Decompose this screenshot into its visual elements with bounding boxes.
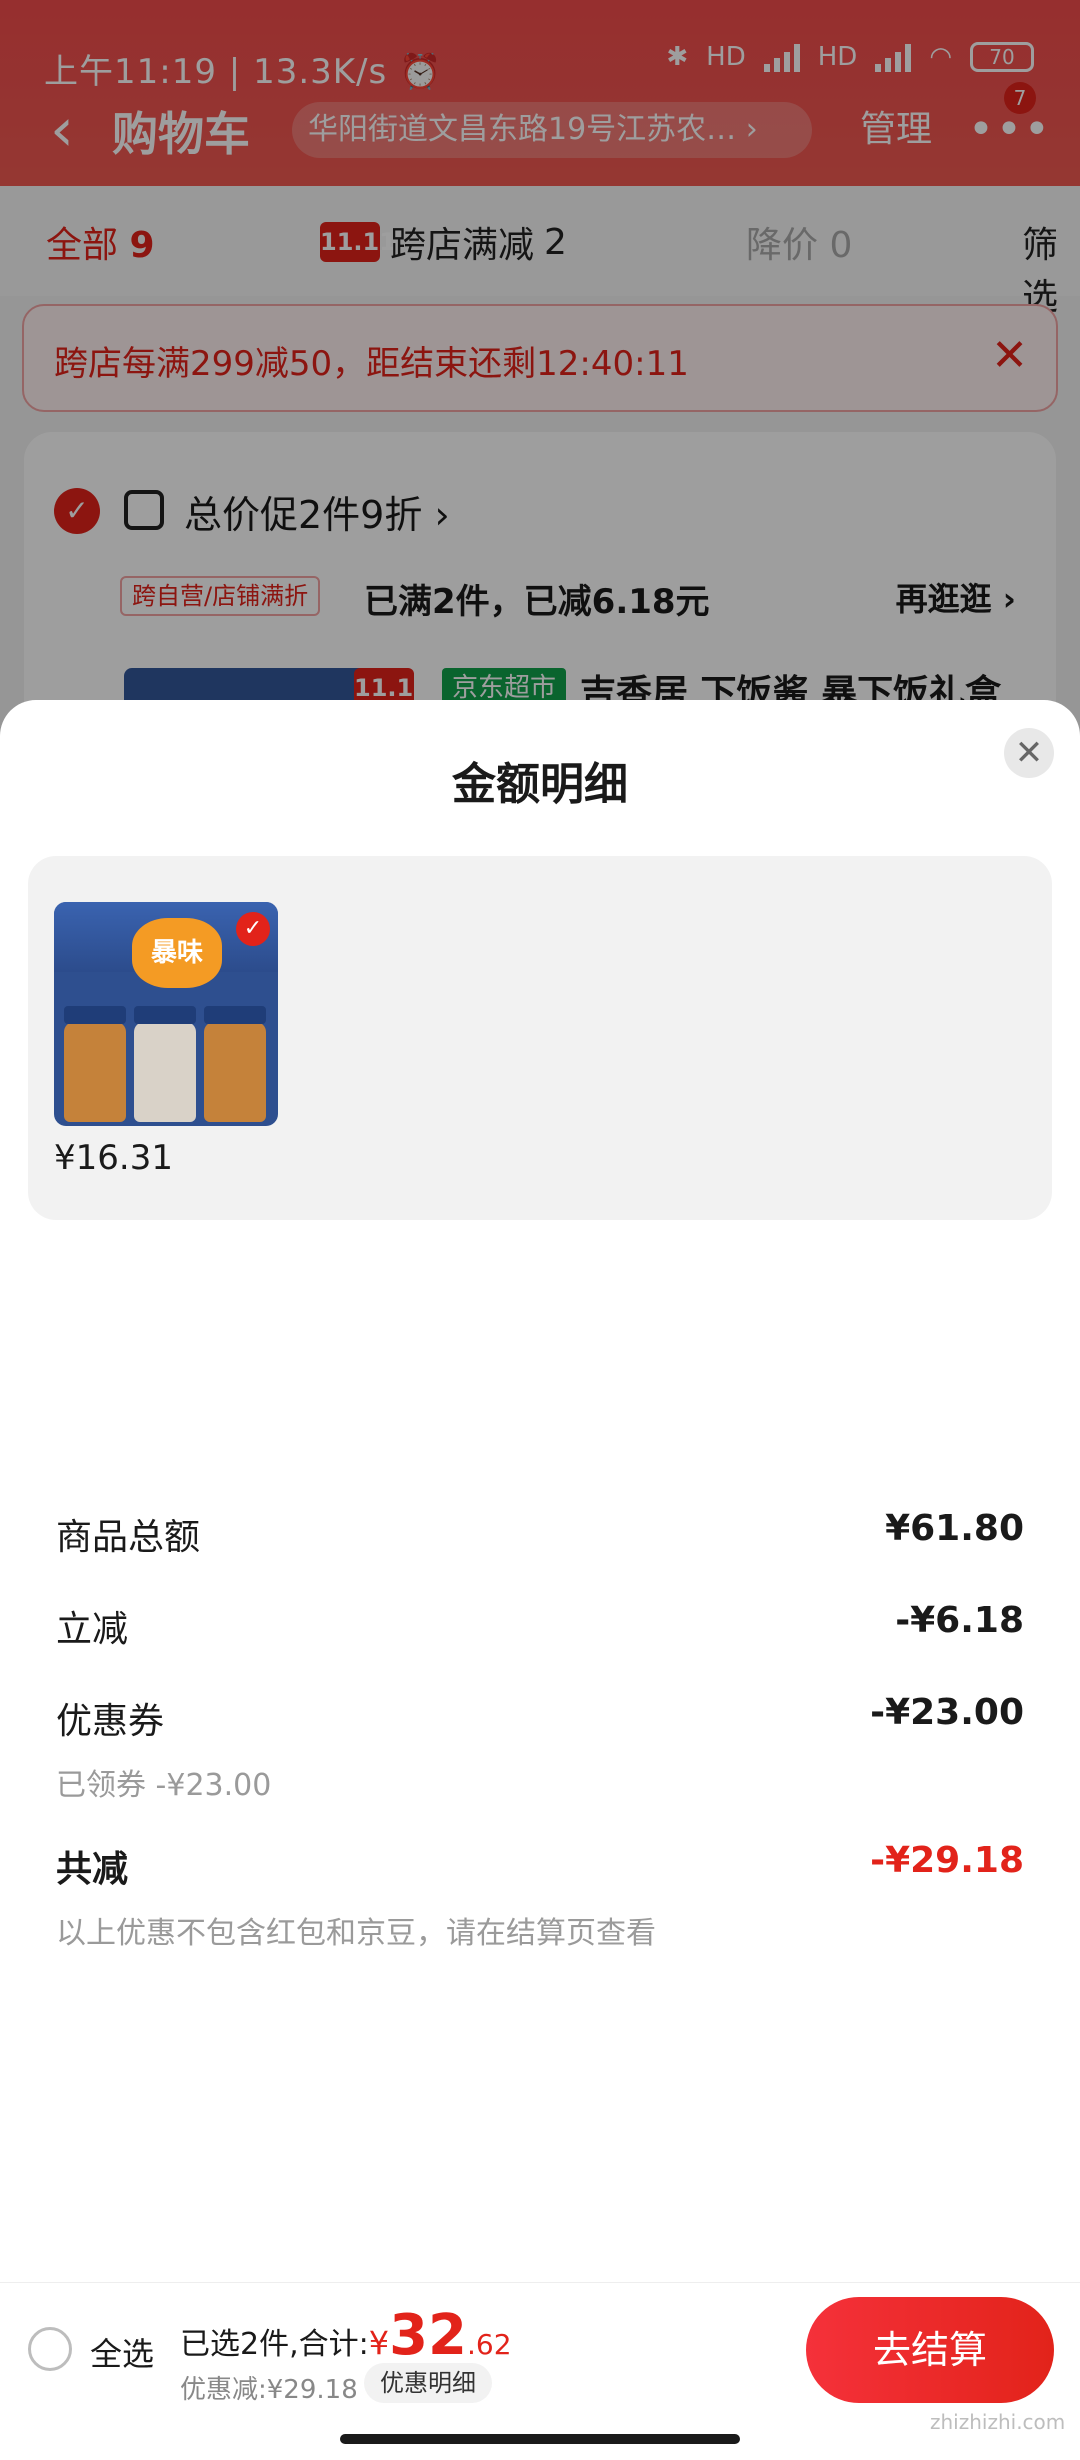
selected-items-panel: 暴味 ✓ ¥16.31	[28, 856, 1052, 1220]
total-price-integer: 32	[389, 2303, 468, 2368]
jar-image	[204, 1006, 266, 1122]
sheet-title: 金额明细	[452, 759, 628, 810]
checkout-button[interactable]: 去结算	[806, 2297, 1054, 2403]
discount-detail-button[interactable]: 优惠明细	[364, 2363, 492, 2403]
jar-image	[134, 1006, 196, 1122]
product-thumbnail[interactable]: 暴味 ✓	[54, 902, 278, 1126]
thumb-burst-label: 暴味	[132, 918, 222, 988]
currency-symbol: ¥	[368, 2324, 390, 2362]
row-coupon-label: 优惠券	[56, 1701, 165, 1742]
row-instant-discount-value: -¥6.18	[895, 1600, 1024, 1641]
coupon-sub-text: 已领券 -¥23.00	[56, 1768, 272, 1803]
row-instant-discount-label: 立减	[56, 1609, 129, 1650]
total-price-decimal: .62	[467, 2328, 512, 2361]
total-summary: 已选2件,合计:¥32.62	[180, 2303, 512, 2368]
select-all-label[interactable]: 全选	[90, 2329, 154, 2375]
total-discount-label: 共减	[56, 1849, 129, 1890]
jar-image	[64, 1006, 126, 1122]
home-indicator[interactable]	[340, 2434, 740, 2444]
close-icon[interactable]: ✕	[1004, 728, 1054, 778]
item-price: ¥16.31	[54, 1138, 173, 1178]
amount-detail-sheet: 金额明细 ✕ 暴味 ✓ ¥16.31 商品总额 ¥61.80 立减 -¥6.18…	[0, 700, 1080, 2460]
selected-count-text: 已选2件,合计:	[180, 2327, 369, 2362]
discount-summary: 优惠减:¥29.18	[180, 2375, 358, 2405]
row-goods-total-label: 商品总额	[56, 1517, 201, 1558]
total-discount-value: -¥29.18	[870, 1840, 1024, 1881]
select-all-checkbox[interactable]	[28, 2327, 72, 2371]
discount-note: 以上优惠不包含红包和京豆，请在结算页查看	[56, 1916, 656, 1951]
checkout-bar: 全选 已选2件,合计:¥32.62 优惠减:¥29.18 优惠明细 去结算	[0, 2282, 1080, 2420]
watermark: zhizhizhi.com	[930, 2410, 1066, 2434]
row-goods-total-value: ¥61.80	[885, 1508, 1024, 1549]
row-coupon-value: -¥23.00	[870, 1692, 1024, 1733]
selected-check-icon: ✓	[236, 912, 270, 946]
